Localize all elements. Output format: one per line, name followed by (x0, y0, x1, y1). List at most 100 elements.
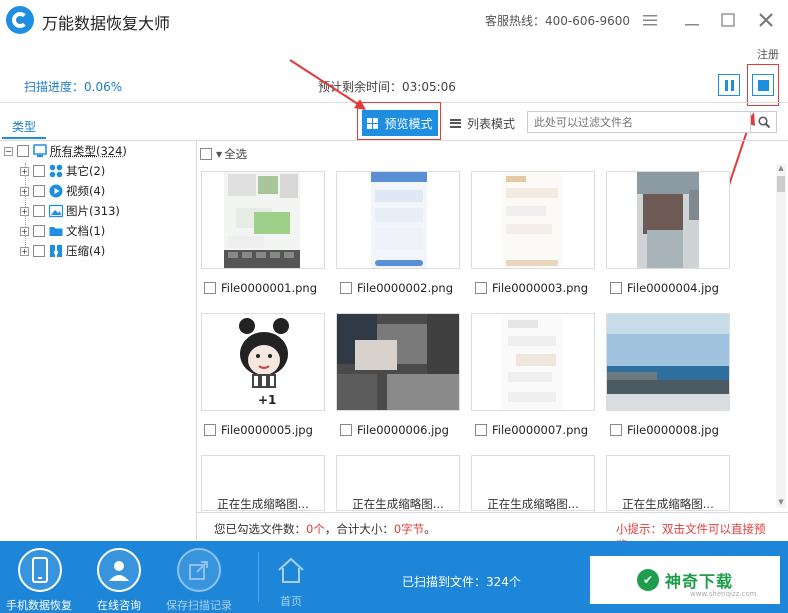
app-logo-icon (6, 6, 34, 34)
file-caption[interactable]: File0000008.jpg (610, 423, 719, 437)
search-button[interactable] (751, 111, 777, 133)
checkbox[interactable] (475, 424, 487, 436)
tree-item-image[interactable]: + 图片(313) (20, 202, 120, 220)
filter-input[interactable] (527, 111, 751, 133)
file-name: File0000003.png (492, 281, 589, 295)
file-thumbnail[interactable]: +1 (201, 313, 325, 411)
close-icon[interactable] (754, 8, 778, 32)
checkbox[interactable] (33, 165, 45, 177)
tree-item-other[interactable]: + 其它(2) (20, 162, 105, 180)
logo-mark-icon: ✔ (636, 569, 659, 591)
meme-caption: +1 (258, 393, 276, 407)
other-icon (49, 164, 63, 178)
checkbox[interactable] (610, 424, 622, 436)
save-scan-button[interactable] (177, 548, 221, 592)
checkbox[interactable] (204, 282, 216, 294)
expand-icon[interactable]: + (20, 246, 29, 256)
list-mode-button[interactable]: 列表模式 (446, 110, 518, 136)
stop-icon (757, 79, 769, 91)
tree-root[interactable]: − 所有类型(324) (4, 142, 127, 160)
file-thumbnail[interactable] (336, 171, 460, 269)
tree-root-label: 所有类型(324) (50, 144, 127, 158)
thumbnail-placeholder[interactable]: 正在生成缩略图... (606, 455, 730, 511)
checkbox[interactable] (33, 225, 45, 237)
home-button[interactable] (276, 555, 306, 588)
home-label: 首页 (280, 595, 302, 608)
file-caption[interactable]: File0000004.jpg (610, 281, 719, 295)
expand-icon[interactable]: + (20, 206, 29, 216)
type-tree (0, 141, 196, 541)
phone-icon (18, 548, 62, 592)
thumbnail-placeholder[interactable]: 正在生成缩略图... (471, 455, 595, 511)
file-thumbnail[interactable] (201, 171, 325, 269)
file-thumbnail[interactable] (336, 313, 460, 411)
file-thumbnail[interactable] (606, 171, 730, 269)
tree-item-label: 图片(313) (66, 204, 120, 218)
video-icon (49, 184, 63, 198)
collapse-icon[interactable]: − (4, 146, 13, 156)
selection-status: 您已勾选文件数：0个，合计大小：0字节。 (214, 521, 436, 537)
file-caption[interactable]: File0000001.png (204, 281, 317, 295)
online-consult-label: 在线咨询 (97, 599, 141, 612)
tree-item-document[interactable]: + 文档(1) (20, 222, 105, 240)
file-thumbnail[interactable] (471, 171, 595, 269)
register-link[interactable]: 注册 (757, 46, 779, 62)
status-suffix: 。 (424, 522, 436, 536)
thumbnail-image (502, 314, 562, 410)
thumbnail-image (337, 314, 459, 410)
file-caption[interactable]: File0000006.jpg (340, 423, 449, 437)
expand-icon[interactable]: + (20, 166, 29, 176)
watermark-url: www.shenqizz.com (690, 590, 757, 598)
select-all[interactable]: ▼ 全选 (200, 146, 247, 162)
expand-icon[interactable]: + (20, 186, 29, 196)
expand-icon[interactable]: + (20, 226, 29, 236)
checkbox[interactable] (340, 424, 352, 436)
grid-icon (367, 117, 379, 129)
file-caption[interactable]: File0000003.png (475, 281, 588, 295)
thumbnail-placeholder[interactable]: 正在生成缩略图... (336, 455, 460, 511)
scroll-up-icon[interactable]: ▲ (776, 164, 786, 174)
preview-mode-button[interactable]: 预览模式 (362, 110, 438, 136)
pause-icon (724, 79, 728, 91)
file-caption[interactable]: File0000005.jpg (204, 423, 313, 437)
thumbnail-image (637, 172, 699, 268)
checkbox[interactable] (475, 282, 487, 294)
online-consult-button[interactable] (97, 548, 141, 592)
file-name: File0000006.jpg (357, 423, 449, 437)
hotline: 客服热线：400-606-9600 (485, 14, 631, 28)
checkbox[interactable] (204, 424, 216, 436)
checkbox[interactable] (610, 282, 622, 294)
checkbox[interactable] (17, 145, 29, 157)
checkbox[interactable] (33, 245, 45, 257)
pause-button[interactable] (718, 74, 740, 96)
minimize-icon[interactable] (680, 8, 704, 32)
scroll-thumb[interactable] (777, 176, 785, 192)
file-thumbnail[interactable] (471, 313, 595, 411)
image-icon (49, 204, 63, 218)
menu-icon[interactable] (638, 8, 662, 32)
phone-recovery-button[interactable] (18, 548, 62, 592)
maximize-icon[interactable] (716, 8, 740, 32)
scroll-down-icon[interactable]: ▼ (776, 498, 786, 508)
tree-item-video[interactable]: + 视频(4) (20, 182, 105, 200)
file-caption[interactable]: File0000002.png (340, 281, 453, 295)
thumbnail-placeholder[interactable]: 正在生成缩略图... (201, 455, 325, 511)
thumbnail-image: +1 (239, 318, 289, 407)
archive-icon (50, 245, 62, 257)
tree-item-archive[interactable]: + 压缩(4) (20, 242, 105, 260)
tab-type[interactable]: 类型 (12, 118, 36, 135)
checkbox[interactable] (340, 282, 352, 294)
file-thumbnail[interactable] (606, 313, 730, 411)
watermark-text: 神奇下载 (664, 572, 733, 591)
divider (258, 552, 259, 602)
checkbox[interactable] (33, 185, 45, 197)
caret-down-icon: ▼ (216, 149, 223, 159)
checkbox[interactable] (33, 205, 45, 217)
save-scan-label: 保存扫描记录 (166, 599, 232, 612)
checkbox[interactable] (200, 148, 212, 160)
stop-button[interactable] (752, 74, 774, 96)
scrollbar[interactable] (776, 164, 786, 508)
user-icon (97, 548, 141, 592)
file-caption[interactable]: File0000007.png (475, 423, 588, 437)
file-name: File0000004.jpg (627, 281, 719, 295)
